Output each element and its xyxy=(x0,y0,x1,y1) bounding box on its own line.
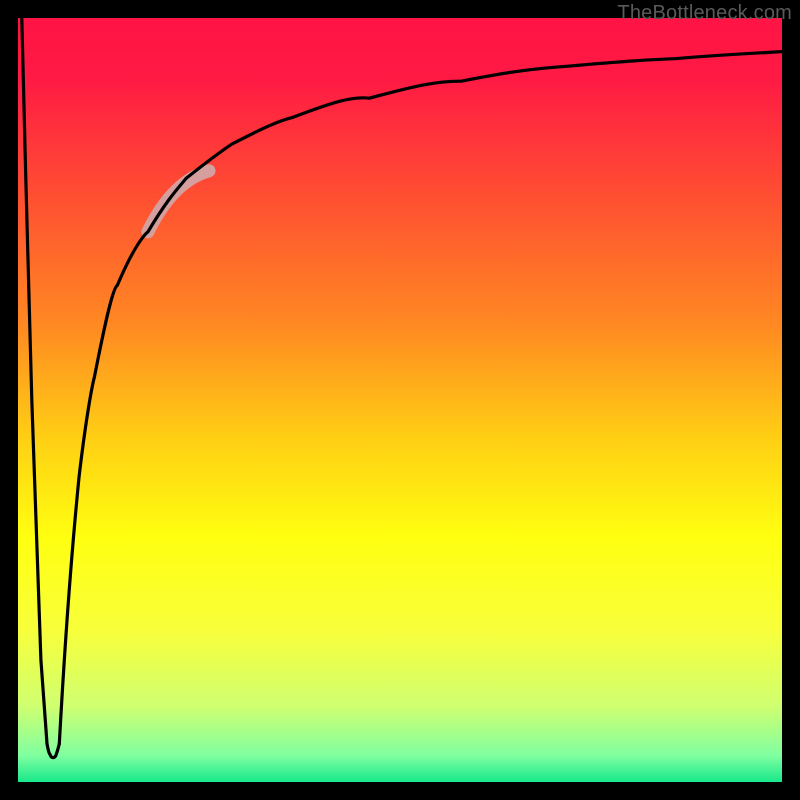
attribution-label: TheBottleneck.com xyxy=(617,2,792,25)
highlight-segment xyxy=(148,171,209,232)
curve-ascent xyxy=(59,52,782,744)
chart-container: TheBottleneck.com xyxy=(0,0,800,800)
curve-descent xyxy=(22,18,47,744)
curve-layer xyxy=(18,18,782,782)
curve-dip xyxy=(47,744,59,758)
plot-area xyxy=(18,18,782,782)
